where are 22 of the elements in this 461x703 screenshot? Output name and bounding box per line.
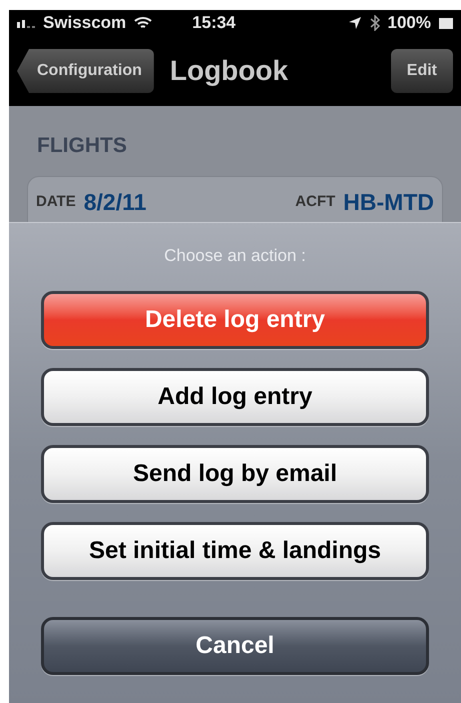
aircraft-label: ACFT — [295, 192, 336, 212]
date-label: DATE — [36, 192, 76, 212]
action-button[interactable]: Send log by email — [41, 444, 429, 502]
action-button[interactable]: Add log entry — [41, 368, 429, 426]
clock: 15:34 — [192, 12, 236, 34]
battery-icon — [439, 18, 453, 28]
action-button[interactable]: Delete log entry — [41, 290, 429, 348]
bluetooth-icon — [370, 15, 380, 31]
aircraft-value: HB-MTD — [343, 188, 434, 216]
back-button[interactable]: Configuration — [17, 49, 154, 93]
section-header: FLIGHTS — [37, 133, 128, 159]
location-arrow-icon — [348, 16, 362, 30]
action-sheet-title: Choose an action : — [164, 245, 306, 267]
date-value: 8/2/11 — [84, 188, 146, 216]
cancel-button[interactable]: Cancel — [41, 616, 429, 674]
edit-button[interactable]: Edit — [390, 49, 453, 93]
battery-percentage: 100% — [388, 12, 431, 34]
wifi-icon — [134, 16, 152, 30]
screen-title: Logbook — [170, 54, 288, 88]
action-button[interactable]: Set initial time & landings — [41, 522, 429, 580]
signal-icon — [17, 18, 35, 28]
carrier-name: Swisscom — [43, 12, 126, 34]
